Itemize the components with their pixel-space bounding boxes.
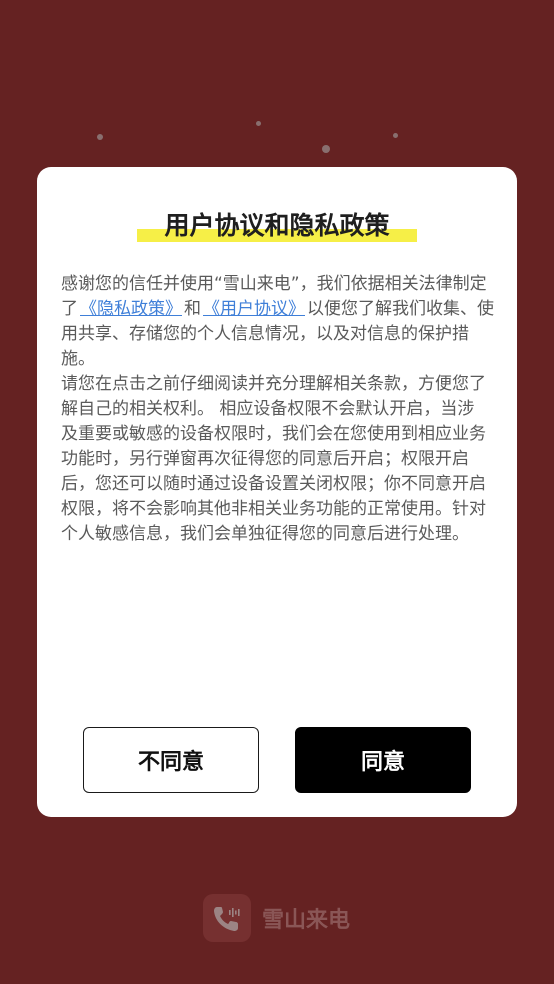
body-line: 请您在点击之前仔细阅读并充分理解相关条款，方便您了	[61, 374, 486, 394]
dialog-body: 感谢您的信任并使用“雪山来电”，我们依据相关法律制定 了《隐私政策》和《用户协议…	[61, 272, 501, 547]
dialog-title: 用户协议和隐私政策	[164, 211, 390, 240]
body-line: 感谢您的信任并使用“雪山来电”，我们依据相关法律制定	[61, 274, 487, 294]
body-line: 功能时，另行弹窗再次征得您的同意后开启；权限开启	[61, 449, 469, 469]
background-dot	[256, 121, 261, 126]
app-name: 雪山来电	[262, 908, 351, 933]
body-line: 个人敏感信息，我们会单独征得您的同意后进行处理。	[61, 524, 469, 544]
body-line: 后，您还可以随时通过设备设置关闭权限；你不同意开启	[61, 474, 486, 494]
background-dot	[322, 145, 330, 153]
background-dot	[393, 133, 398, 138]
body-line: 及重要或敏感的设备权限时，我们会在您使用到相应业务	[61, 424, 486, 444]
body-text: 了	[61, 299, 78, 319]
body-text: 和	[184, 299, 201, 319]
app-screen: 用户协议和隐私政策 感谢您的信任并使用“雪山来电”，我们依据相关法律制定 了《隐…	[0, 0, 554, 984]
body-line-links: 了《隐私政策》和《用户协议》 以便您了解我们收集、使	[61, 297, 501, 322]
privacy-dialog: 用户协议和隐私政策 感谢您的信任并使用“雪山来电”，我们依据相关法律制定 了《隐…	[37, 167, 517, 817]
decline-button[interactable]: 不同意	[83, 727, 259, 793]
body-text: 以便您了解我们收集、使	[307, 299, 494, 319]
body-line: 用共享、存储您的个人信息情况，以及对信息的保护措	[61, 324, 469, 344]
privacy-policy-link[interactable]: 《隐私政策》	[78, 299, 184, 319]
phone-icon	[214, 907, 240, 931]
app-logo	[203, 894, 251, 942]
accept-button[interactable]: 同意	[295, 727, 471, 793]
app-brand: 雪山来电	[203, 894, 350, 942]
body-line: 解自己的相关权利。 相应设备权限不会默认开启，当涉	[61, 399, 475, 419]
body-line: 权限，将不会影响其他非相关业务功能的正常使用。针对	[61, 499, 486, 519]
background-dot	[97, 134, 103, 140]
body-line: 施。	[61, 349, 95, 369]
user-agreement-link[interactable]: 《用户协议》	[201, 299, 307, 319]
